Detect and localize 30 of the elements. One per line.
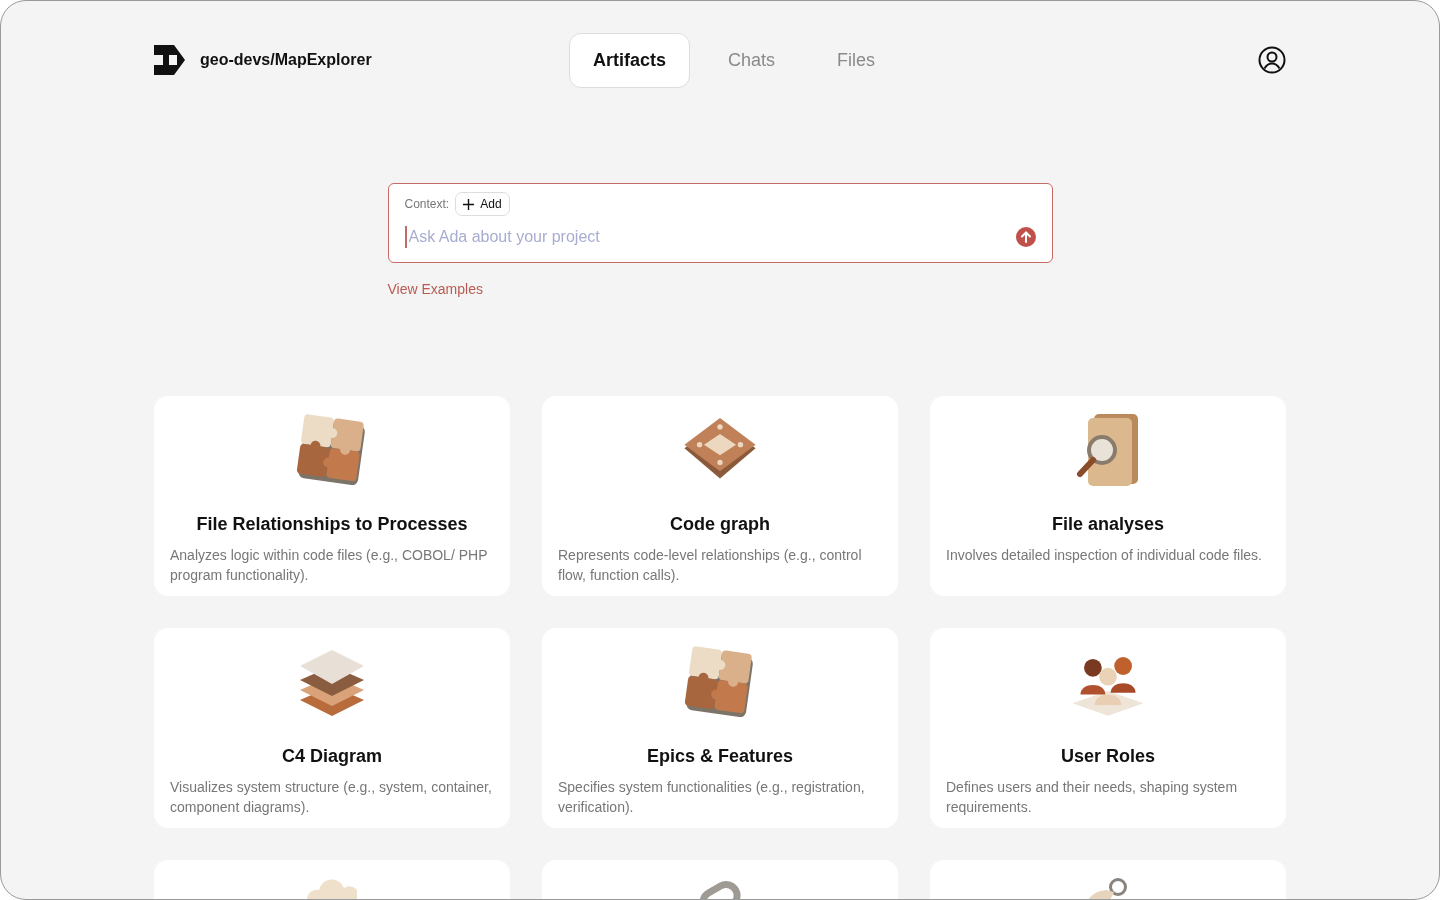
card-title: C4 Diagram — [281, 746, 382, 767]
tab[interactable]: Artifacts — [568, 32, 690, 88]
card-title: Epics & Features — [646, 746, 794, 767]
prompt-composer[interactable]: Context: Add Ask Ada about your project — [387, 183, 1053, 263]
card-description: Visualizes system structure (e.g., system, container, component diagrams). — [170, 778, 493, 817]
artifact-card[interactable]: File analyses Involves detailed inspection of individual code files. — [930, 396, 1286, 596]
add-context-button[interactable]: Add — [455, 192, 510, 216]
card-title: Code graph — [670, 514, 770, 535]
logo-icon — [154, 45, 185, 75]
card-description: Represents code-level relationships (e.g., control flow, function calls). — [558, 546, 863, 585]
artifact-card[interactable]: C4 Diagram Visualizes system structure (e.g., system, container, component diagrams). — [154, 628, 510, 828]
card-description: Defines users and their needs, shaping system requirements. — [946, 778, 1239, 817]
card-description: Specifies system functionalities (e.g., registration, verification). — [558, 778, 866, 817]
artifact-card[interactable]: File Relationships to Processes Analyzes logic within code files (e.g., COBOL/ PHP program functionality). — [154, 396, 510, 596]
user-profile-icon[interactable] — [1258, 46, 1286, 74]
artifact-card[interactable]: User Roles Defines users and their needs, shaping system requirements. — [930, 628, 1286, 828]
key-ring-drawing — [1088, 878, 1128, 899]
plus-icon — [463, 198, 475, 210]
repository-name: geo-devs/MapExplorer — [200, 51, 372, 69]
cloud-drawing — [307, 878, 357, 899]
card-title: User Roles — [1060, 746, 1155, 767]
context-label: Context: — [404, 197, 450, 211]
card-title: File Relationships to Processes — [196, 514, 468, 535]
card-title: File analyses — [1051, 514, 1165, 535]
card-description: Analyzes logic within code files (e.g., COBOL/ PHP program functionality). — [170, 546, 489, 585]
artifact-card[interactable]: Epics & Features Specifies system functionalities (e.g., registration, verification). — [542, 628, 898, 828]
card-description: Involves detailed inspection of individual code files. — [946, 546, 1263, 565]
send-icon[interactable] — [1015, 227, 1036, 247]
view-examples-link[interactable]: View Examples — [387, 281, 483, 297]
artifact-card[interactable]: Code graph Represents code-level relationships (e.g., control flow, function calls). — [542, 396, 898, 596]
